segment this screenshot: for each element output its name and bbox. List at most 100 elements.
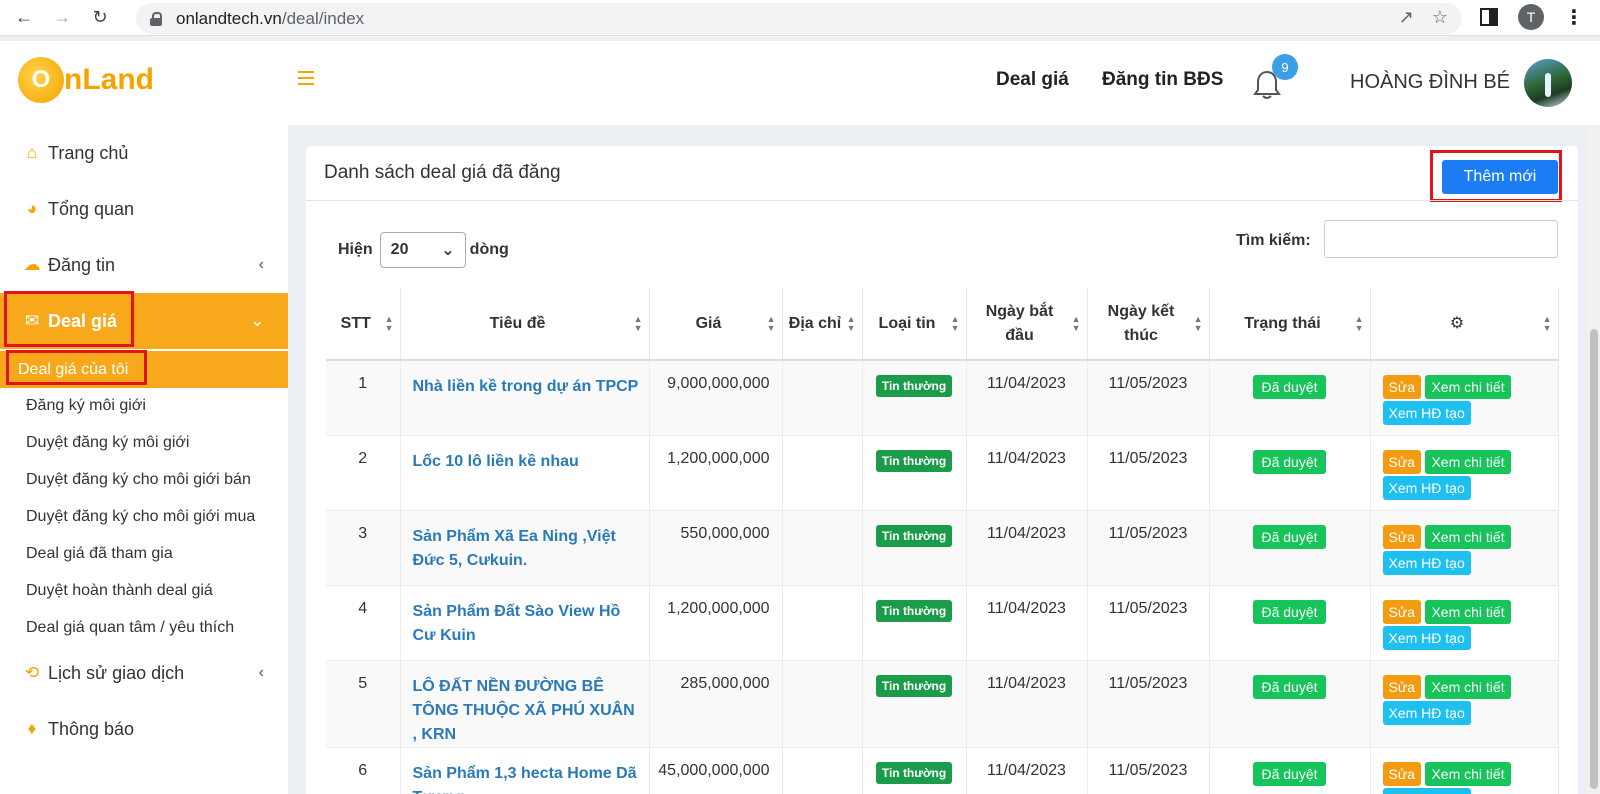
- page-size-select[interactable]: 20 ⌄: [379, 232, 466, 268]
- sub-item-duyet-hoan-thanh[interactable]: Duyệt hoàn thành deal giá: [0, 572, 288, 609]
- sort-icon: ▲ ▼: [633, 313, 643, 333]
- view-detail-button[interactable]: Xem chi tiết: [1425, 761, 1511, 786]
- sub-item-duyet-moi-gioi-mua[interactable]: Duyệt đăng ký cho môi giới mua: [0, 498, 288, 535]
- user-name[interactable]: HOÀNG ĐÌNH BÉ: [1350, 71, 1510, 94]
- table-row: 3 Sản Phẩm Xã Ea Ning ,Việt Đức 5, Cưkuin…: [326, 510, 1559, 586]
- col-header-stt[interactable]: STT ▲ ▼: [326, 288, 401, 361]
- share-icon[interactable]: ↗: [1399, 7, 1414, 28]
- sort-icon: ▲ ▼: [1354, 313, 1364, 333]
- view-detail-button[interactable]: Xem chi tiết: [1425, 674, 1511, 699]
- app-header: O nLand Deal giá Đăng tin BĐS 9 HOÀNG ĐÌ…: [0, 41, 1600, 125]
- logo-mark: O: [18, 57, 64, 103]
- cell-status: Đã duyệt: [1209, 360, 1371, 436]
- cell-end-date: 11/05/2023: [1087, 747, 1210, 794]
- sub-item-deal-gia-da-tham-gia[interactable]: Deal giá đã tham gia: [0, 535, 288, 572]
- col-header-start-date[interactable]: Ngày bắt đầu ▲ ▼: [966, 288, 1088, 361]
- deal-title-link[interactable]: Sản Phẩm Xã Ea Ning ,Việt Đức 5, Cưkuin.: [413, 528, 616, 569]
- sidebar: ⌂ Trang chủ ◕ Tổng quan ☁ Đăng tin ‹ ✉ D…: [0, 125, 288, 794]
- sidebar-item-lich-su-giao-dich[interactable]: ⟲ Lịch sử giao dịch ‹: [0, 645, 288, 701]
- edit-button[interactable]: Sửa: [1382, 674, 1421, 699]
- view-contract-button[interactable]: Xem HĐ tạo: [1382, 475, 1471, 500]
- cell-end-date: 11/05/2023: [1087, 510, 1210, 586]
- deal-title-link[interactable]: Sản Phẩm Đất Sào View Hồ Cư Kuin: [413, 603, 621, 644]
- deal-title-link[interactable]: Lốc 10 lô liền kề nhau: [413, 453, 579, 470]
- sub-item-quan-tam-yeu-thich[interactable]: Deal giá quan tâm / yêu thích: [0, 609, 288, 646]
- deal-title-link[interactable]: Sản Phẩm 1,3 hecta Home Dã Tượng: [413, 765, 637, 794]
- deal-title-link[interactable]: LÔ ĐẤT NỀN ĐƯỜNG BÊ TÔNG THUỘC XÃ PHÚ XU…: [413, 678, 635, 743]
- cell-end-date: 11/05/2023: [1087, 585, 1210, 661]
- view-detail-button[interactable]: Xem chi tiết: [1425, 524, 1511, 549]
- site-logo[interactable]: O nLand: [18, 57, 154, 103]
- view-detail-button[interactable]: Xem chi tiết: [1425, 375, 1511, 399]
- col-label: Ngày bắt đầu: [985, 302, 1054, 344]
- sidebar-item-label: Lịch sử giao dịch: [48, 662, 185, 683]
- col-header-status[interactable]: Trạng thái ▲ ▼: [1209, 288, 1371, 361]
- user-avatar[interactable]: [1524, 59, 1572, 107]
- nav-deal-gia[interactable]: Deal giá: [996, 69, 1069, 91]
- back-icon[interactable]: ←: [10, 4, 38, 32]
- view-contract-button[interactable]: Xem HĐ tạo: [1382, 700, 1471, 725]
- sidebar-item-tong-quan[interactable]: ◕ Tổng quan: [0, 181, 288, 237]
- col-header-address[interactable]: Địa chỉ ▲ ▼: [782, 288, 863, 361]
- col-header-type[interactable]: Loại tin ▲ ▼: [862, 288, 967, 361]
- sub-item-deal-gia-cua-toi[interactable]: Deal giá của tôi: [0, 351, 288, 388]
- lock-icon[interactable]: [150, 11, 162, 26]
- cell-address: [782, 510, 863, 586]
- cell-start-date: 11/04/2023: [966, 510, 1088, 586]
- sidebar-item-deal-gia[interactable]: ✉ Deal giá ⌄: [0, 293, 288, 349]
- url-path: /deal/index: [281, 8, 365, 28]
- view-detail-button[interactable]: Xem chi tiết: [1425, 449, 1511, 474]
- view-contract-button[interactable]: Xem HĐ tạo: [1382, 401, 1471, 425]
- edit-button[interactable]: Sửa: [1382, 449, 1421, 474]
- url-host: onlandtech.vn: [176, 8, 282, 28]
- search-input[interactable]: [1324, 220, 1558, 258]
- edit-button[interactable]: Sửa: [1382, 761, 1421, 786]
- cell-title: Nhà liền kề trong dự án TPCP: [400, 360, 650, 436]
- cell-start-date: 11/04/2023: [966, 747, 1088, 794]
- sort-icon: ▲ ▼: [950, 313, 960, 333]
- col-header-title[interactable]: Tiêu đề ▲ ▼: [400, 288, 650, 361]
- sort-icon: ▲ ▼: [846, 313, 856, 333]
- cell-status: Đã duyệt: [1209, 435, 1371, 511]
- sidebar-item-label: Tổng quan: [48, 198, 135, 219]
- side-panel-icon[interactable]: [1480, 8, 1498, 26]
- hamburger-menu-icon[interactable]: [298, 71, 314, 85]
- page-scrollbar[interactable]: [1588, 125, 1600, 794]
- scrollbar-thumb[interactable]: [1590, 329, 1598, 789]
- bookmark-star-icon[interactable]: ☆: [1432, 7, 1448, 28]
- add-new-button[interactable]: Thêm mới: [1442, 160, 1558, 194]
- status-badge: Đã duyệt: [1253, 761, 1326, 786]
- col-header-actions[interactable]: ⚙ ▲ ▼: [1370, 288, 1559, 361]
- edit-button[interactable]: Sửa: [1382, 524, 1421, 549]
- dashboard-icon: ◕: [26, 199, 38, 218]
- edit-button[interactable]: Sửa: [1382, 375, 1421, 399]
- sidebar-item-trang-chu[interactable]: ⌂ Trang chủ: [0, 125, 288, 181]
- page-title: Danh sách deal giá đã đăng: [324, 162, 561, 183]
- cell-start-date: 11/04/2023: [966, 585, 1088, 661]
- profile-avatar[interactable]: T: [1518, 4, 1544, 30]
- address-bar[interactable]: onlandtech.vn/deal/index ↗ ☆: [136, 3, 1462, 34]
- cell-title: Lốc 10 lô liền kề nhau: [400, 435, 650, 511]
- sub-item-duyet-moi-gioi-ban[interactable]: Duyệt đăng ký cho môi giới bán: [0, 461, 288, 498]
- menu-kebab-icon[interactable]: ⋮: [1564, 5, 1584, 30]
- view-detail-button[interactable]: Xem chi tiết: [1425, 599, 1511, 624]
- sort-icon: ▲ ▼: [1071, 313, 1081, 333]
- deal-title-link[interactable]: Nhà liền kề trong dự án TPCP: [413, 378, 639, 395]
- col-header-end-date[interactable]: Ngày kết thúc ▲ ▼: [1087, 288, 1210, 361]
- view-contract-button[interactable]: Xem HĐ tạo: [1382, 787, 1471, 794]
- sub-item-duyet-dang-ky-moi-gioi[interactable]: Duyệt đăng ký môi giới: [0, 424, 288, 461]
- col-header-price[interactable]: Giá ▲ ▼: [649, 288, 783, 361]
- reload-icon[interactable]: ↻: [86, 4, 114, 32]
- sidebar-item-thong-bao[interactable]: ♦ Thông báo: [0, 701, 288, 757]
- cell-stt: 5: [326, 660, 401, 748]
- view-contract-button[interactable]: Xem HĐ tạo: [1382, 625, 1471, 650]
- sidebar-item-dang-tin[interactable]: ☁ Đăng tin ‹: [0, 237, 288, 293]
- edit-button[interactable]: Sửa: [1382, 599, 1421, 624]
- cell-status: Đã duyệt: [1209, 747, 1371, 794]
- notification-count-badge: 9: [1272, 54, 1298, 80]
- sub-item-dang-ky-moi-gioi[interactable]: Đăng ký môi giới: [0, 387, 288, 424]
- forward-icon[interactable]: →: [48, 4, 76, 32]
- view-contract-button[interactable]: Xem HĐ tạo: [1382, 550, 1471, 575]
- cell-stt: 2: [326, 435, 401, 511]
- nav-dang-tin-bds[interactable]: Đăng tin BĐS: [1102, 69, 1223, 91]
